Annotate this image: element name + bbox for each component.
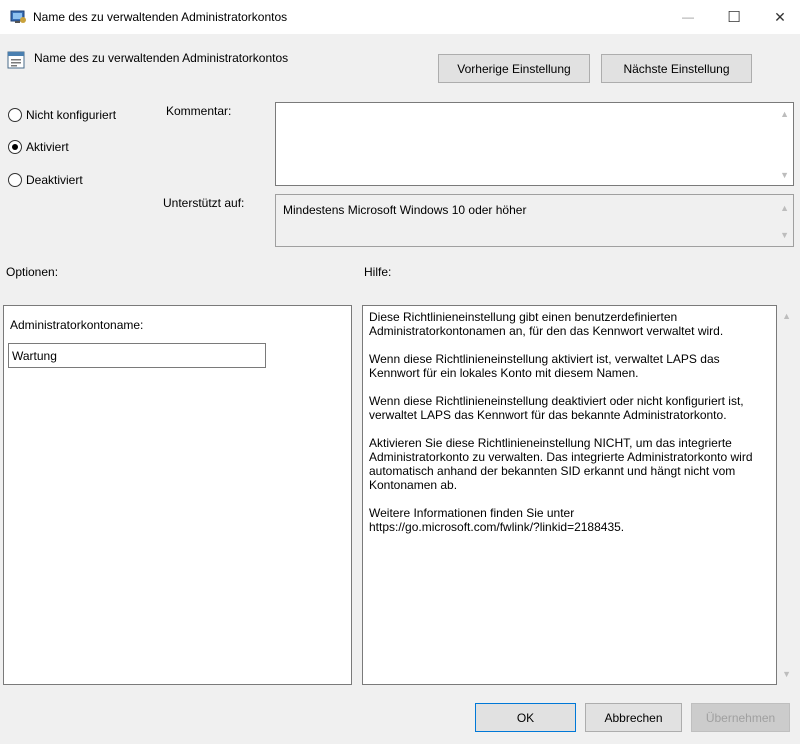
radio-label: Deaktiviert <box>26 173 83 187</box>
help-paragraph: Weitere Informationen finden Sie unter h… <box>369 506 625 534</box>
scroll-down-icon[interactable]: ▼ <box>782 669 791 679</box>
admin-account-name-label: Administratorkontoname: <box>10 318 144 332</box>
policy-setting-icon <box>7 51 25 72</box>
supported-on-label: Unterstützt auf: <box>163 196 245 210</box>
close-button[interactable]: ✕ <box>757 0 800 34</box>
radio-enabled[interactable]: Aktiviert <box>8 140 69 154</box>
supported-on-field: Mindestens Microsoft Windows 10 oder höh… <box>275 194 794 247</box>
maximize-icon: ☐ <box>727 9 741 26</box>
minimize-button[interactable]: — <box>665 0 711 34</box>
radio-circle <box>8 173 22 187</box>
radio-circle-selected <box>8 140 22 154</box>
radio-label: Nicht konfiguriert <box>26 108 117 122</box>
help-paragraph: Wenn diese Richtlinieneinstellung aktivi… <box>369 352 720 380</box>
options-label: Optionen: <box>6 265 59 279</box>
radio-label: Aktiviert <box>26 140 69 154</box>
next-setting-button[interactable]: Nächste Einstellung <box>601 54 752 83</box>
cancel-button[interactable]: Abbrechen <box>585 703 682 732</box>
help-text: Diese Richtlinieneinstellung gibt einen … <box>369 310 769 548</box>
radio-disabled[interactable]: Deaktiviert <box>8 173 83 187</box>
admin-account-name-input[interactable] <box>8 343 266 368</box>
window-title: Name des zu verwaltenden Administratorko… <box>33 10 288 24</box>
close-icon: ✕ <box>774 8 786 25</box>
apply-button[interactable]: Übernehmen <box>691 703 790 732</box>
help-paragraph: Diese Richtlinieneinstellung gibt einen … <box>369 310 724 338</box>
supported-on-value: Mindestens Microsoft Windows 10 oder höh… <box>283 203 527 217</box>
comment-textarea[interactable]: ▲ ▼ <box>275 102 794 186</box>
scroll-down-icon[interactable]: ▼ <box>780 170 789 180</box>
scroll-down-icon[interactable]: ▼ <box>780 230 789 240</box>
scroll-up-icon[interactable]: ▲ <box>780 203 789 213</box>
comment-label: Kommentar: <box>166 104 232 118</box>
scroll-up-icon[interactable]: ▲ <box>782 311 791 321</box>
options-panel: Administratorkontoname: <box>3 305 352 685</box>
help-paragraph: Wenn diese Richtlinieneinstellung deakti… <box>369 394 744 422</box>
policy-name: Name des zu verwaltenden Administratorko… <box>34 51 289 65</box>
scroll-up-icon[interactable]: ▲ <box>780 109 789 119</box>
group-policy-app-icon <box>9 9 27 28</box>
ok-button[interactable]: OK <box>475 703 576 732</box>
radio-circle <box>8 108 22 122</box>
help-paragraph: Aktivieren Sie diese Richtlinieneinstell… <box>369 436 753 492</box>
radio-not-configured[interactable]: Nicht konfiguriert <box>8 108 116 122</box>
minimize-icon: — <box>682 10 694 24</box>
maximize-button[interactable]: ☐ <box>711 0 757 34</box>
previous-setting-button[interactable]: Vorherige Einstellung <box>438 54 590 83</box>
help-panel: Diese Richtlinieneinstellung gibt einen … <box>362 305 777 685</box>
help-scrollbar[interactable]: ▲ ▼ <box>778 305 795 685</box>
title-bar: Name des zu verwaltenden Administratorko… <box>0 0 800 34</box>
help-label: Hilfe: <box>364 265 392 279</box>
